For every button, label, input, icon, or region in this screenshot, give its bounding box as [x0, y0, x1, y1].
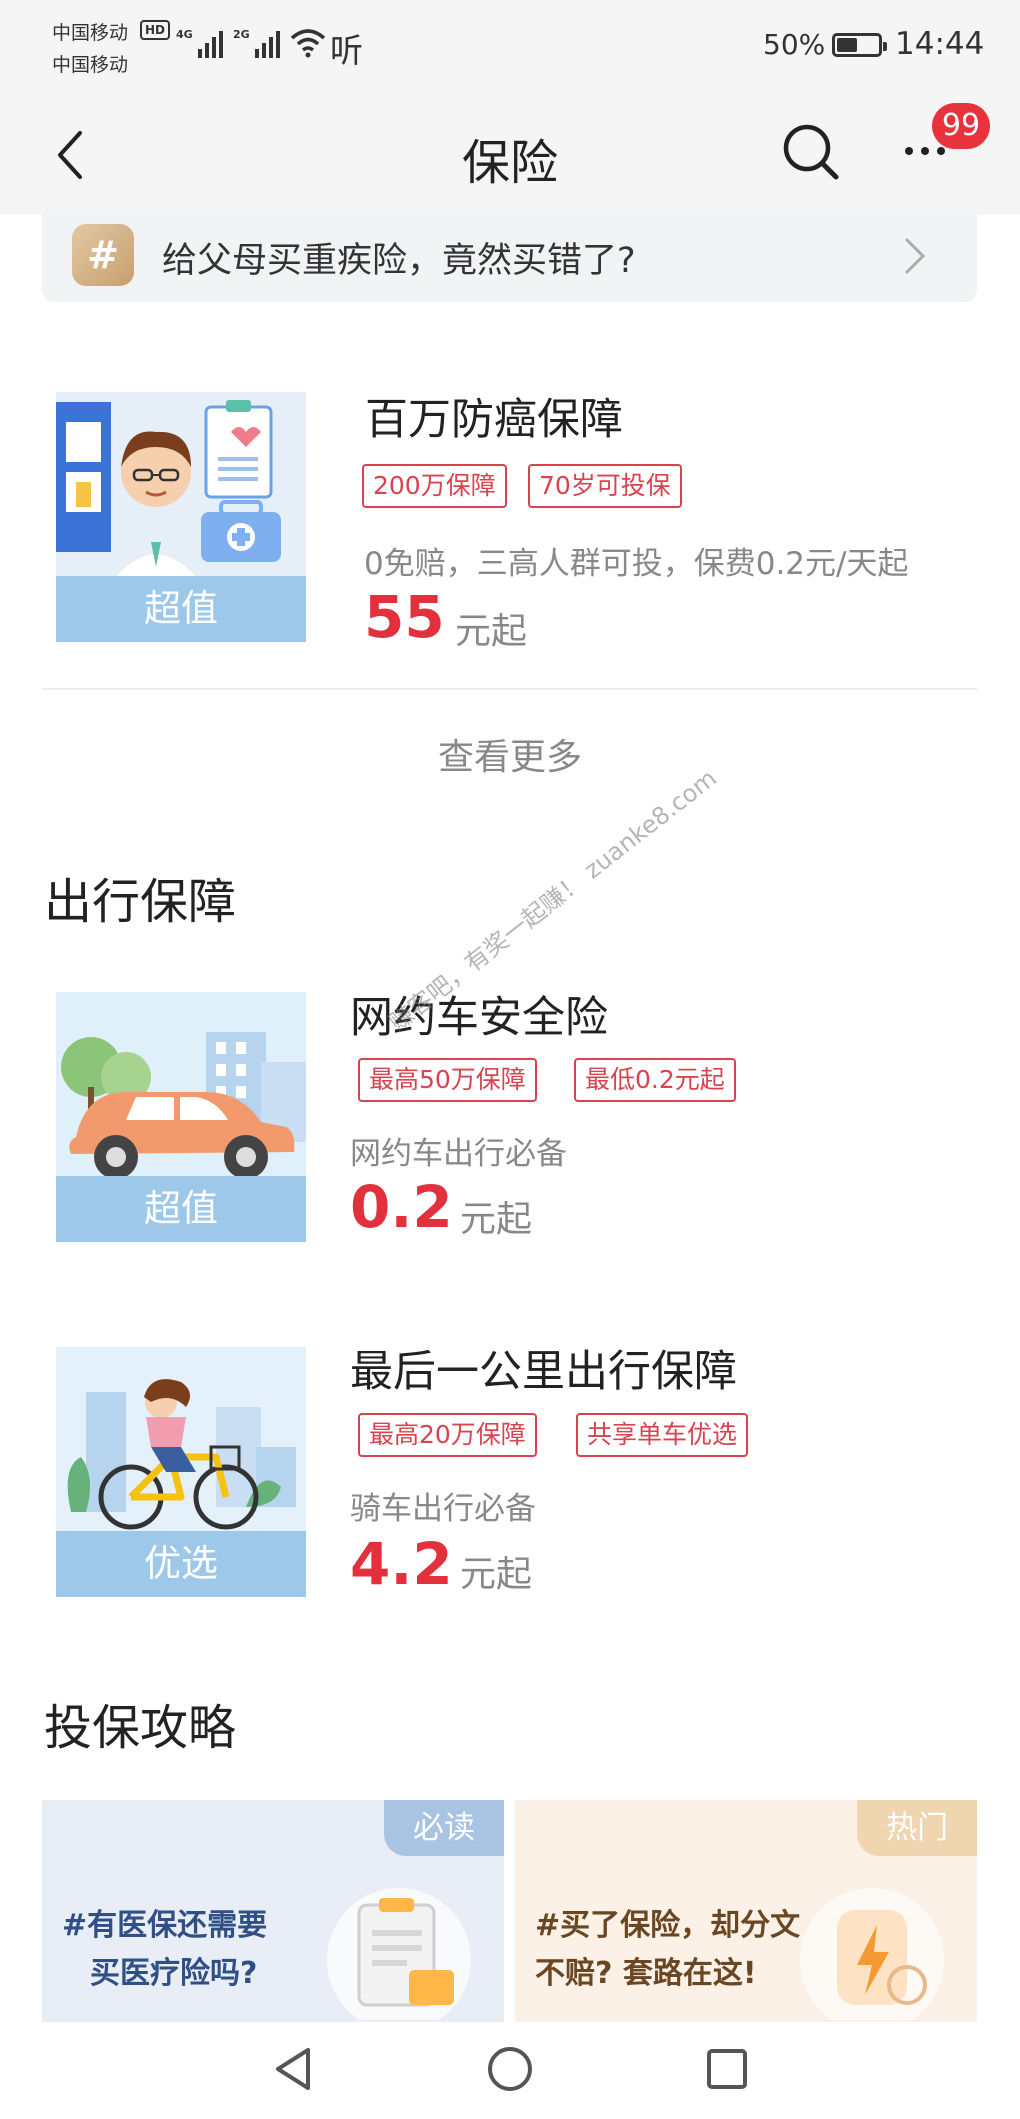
hash-icon: #	[72, 224, 134, 286]
product-desc: 0免赔，三高人群可投，保费0.2元/天起	[364, 546, 909, 582]
section-title-travel: 出行保障	[44, 874, 237, 930]
product-tag: 70岁可投保	[528, 464, 682, 508]
search-icon[interactable]	[780, 121, 842, 183]
guide-line-1: #有医保还需要	[62, 1908, 268, 1943]
recents-square-icon[interactable]	[702, 2044, 752, 2094]
product-price: 4.2	[350, 1530, 453, 1598]
hd-badge: HD	[140, 20, 171, 40]
product-tag: 共享单车优选	[576, 1413, 749, 1457]
carrier-1: 中国移动	[52, 22, 129, 44]
page-title: 保险	[461, 135, 558, 191]
product-thumbnail: 超值	[56, 392, 306, 642]
guide-card[interactable]: 必读 #有医保还需要 买医疗险吗?	[42, 1800, 504, 2022]
battery-percent: 50%	[763, 28, 826, 61]
section-title-guide: 投保攻略	[44, 1700, 237, 1756]
wifi-icon	[290, 29, 326, 58]
guide-line-2: 买医疗险吗?	[90, 1956, 258, 1991]
guide-tag: 必读	[384, 1800, 504, 1856]
carrier-2: 中国移动	[52, 54, 129, 76]
product-thumbnail: 超值	[56, 992, 306, 1242]
thumb-label: 超值	[56, 576, 306, 642]
product-price: 0.2	[350, 1173, 453, 1241]
listen-indicator: 听	[330, 31, 363, 70]
price-unit: 元起	[460, 1554, 533, 1595]
guide-line-2: 不赔? 套路在这!	[535, 1956, 757, 1991]
home-circle-icon[interactable]	[485, 2044, 535, 2094]
topic-banner[interactable]: # 给父母买重疾险，竟然买错了?	[42, 210, 977, 302]
product-tag: 最低0.2元起	[574, 1058, 736, 1102]
chevron-right-icon	[905, 238, 926, 274]
product-price: 55	[364, 583, 445, 651]
thumb-label: 超值	[56, 1176, 306, 1242]
price-unit: 元起	[455, 611, 528, 652]
product-tag: 200万保障	[362, 464, 507, 508]
more-icon[interactable]	[905, 147, 945, 155]
nav-bar: 保险 99	[0, 95, 1020, 215]
product-tag: 最高20万保障	[358, 1413, 537, 1457]
notification-badge: 99	[932, 103, 990, 149]
see-more-link[interactable]: 查看更多	[0, 728, 1020, 780]
product-tag: 最高50万保障	[358, 1058, 537, 1102]
battery-icon	[832, 33, 887, 57]
signal-2g-icon: 2G	[233, 28, 280, 58]
product-desc: 网约车出行必备	[350, 1136, 567, 1172]
thumb-label: 优选	[56, 1531, 306, 1597]
guide-line-1: #买了保险，却分文	[535, 1908, 801, 1943]
price-unit: 元起	[460, 1199, 533, 1240]
signal-4g-icon: 4G	[176, 28, 223, 58]
product-title: 最后一公里出行保障	[350, 1347, 737, 1397]
system-nav-bar	[0, 2022, 1020, 2119]
back-triangle-icon[interactable]	[268, 2044, 318, 2094]
product-thumbnail: 优选	[56, 1347, 306, 1597]
document-icon	[327, 1888, 471, 2020]
topic-text: 给父母买重疾险，竟然买错了?	[162, 241, 636, 281]
lightning-icon	[800, 1888, 944, 2020]
product-title: 百万防癌保障	[365, 395, 623, 445]
status-bar: 中国移动 HD 中国移动 4G 2G 听 50% 14:44	[0, 0, 1020, 95]
product-desc: 骑车出行必备	[350, 1491, 536, 1527]
guide-card[interactable]: 热门 #买了保险，却分文 不赔? 套路在这!	[515, 1800, 977, 2022]
clock: 14:44	[895, 26, 985, 62]
guide-tag: 热门	[857, 1800, 977, 1856]
divider	[42, 688, 977, 690]
